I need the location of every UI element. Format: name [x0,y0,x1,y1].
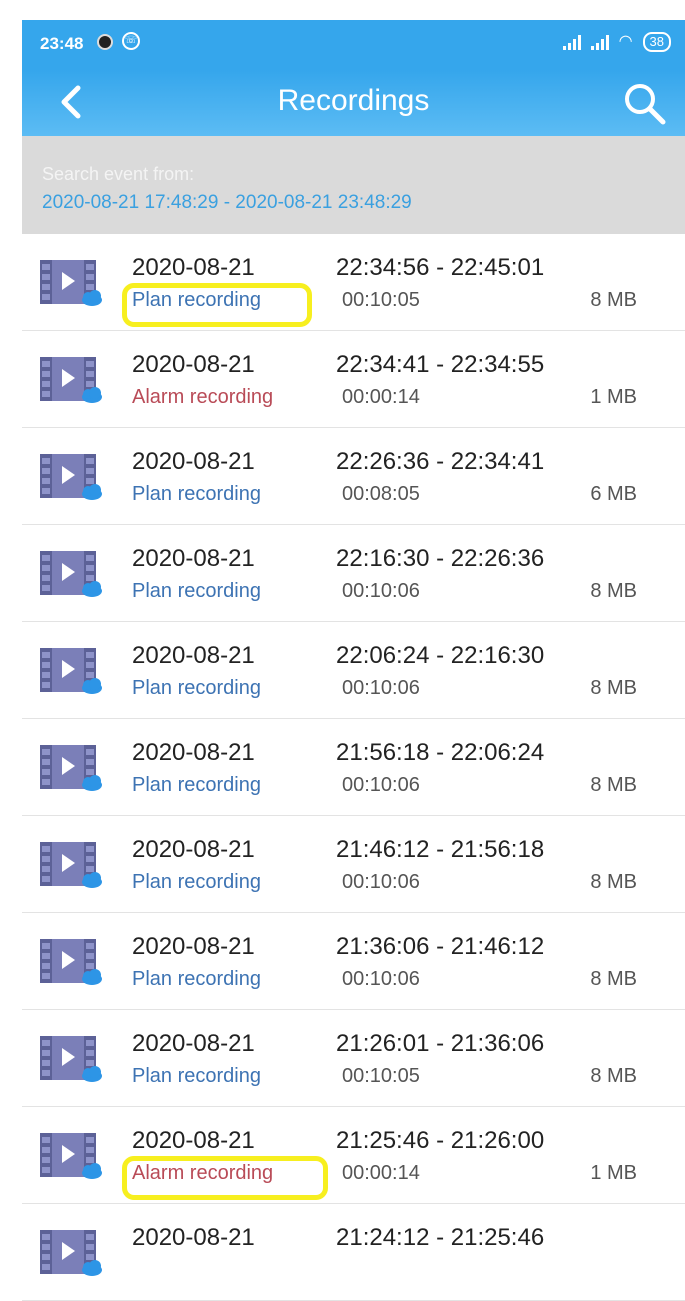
search-range-label: Search event from: [42,164,195,184]
video-cloud-icon [40,842,102,888]
recording-time-range: 21:36:06 - 21:46:12 [336,933,545,960]
recording-size: 8 MB [590,677,637,699]
video-cloud-icon [40,648,102,694]
video-cloud-icon [40,1230,102,1276]
search-icon[interactable] [621,80,667,126]
recording-size: 1 MB [590,1162,637,1184]
status-time: 23:48 [40,34,84,53]
recording-size: 6 MB [590,483,637,505]
search-range-panel: Search event from: 2020-08-21 17:48:29 -… [22,136,685,234]
recording-row[interactable]: 2020-08-21 Plan recording 21:26:01 - 21:… [22,1010,685,1107]
recording-duration: 00:10:05 [342,289,420,311]
status-indicators: ◠ 38 [562,32,671,52]
video-cloud-icon [40,1133,102,1179]
recording-duration: 00:10:06 [342,871,420,893]
recording-size: 8 MB [590,1065,637,1087]
video-cloud-icon [40,939,102,985]
recording-time-range: 21:46:12 - 21:56:18 [336,836,545,863]
recording-duration: 00:10:06 [342,677,420,699]
recording-type: Alarm recording [132,1162,274,1184]
battery-icon: 38 [642,32,671,52]
signal-icon [562,34,581,50]
recording-size: 8 MB [590,871,637,893]
recordings-list: 2020-08-21 Plan recording 22:34:56 - 22:… [22,234,685,1301]
recording-date: 2020-08-21 [132,739,255,766]
video-cloud-icon [40,1036,102,1082]
recording-row[interactable]: 2020-08-21 Plan recording 22:34:56 - 22:… [22,234,685,331]
record-dot-icon [97,34,113,50]
recording-date: 2020-08-21 [132,448,255,475]
recording-row[interactable]: 2020-08-21 Plan recording 22:16:30 - 22:… [22,525,685,622]
recording-date: 2020-08-21 [132,254,255,281]
wifi-icon: ◠ [618,33,633,50]
recording-duration: 00:00:14 [342,386,420,408]
video-cloud-icon [40,551,102,597]
recording-duration: 00:10:06 [342,580,420,602]
whatsapp-icon: ☏ [122,32,140,50]
recording-type: Plan recording [132,483,261,505]
recording-duration: 00:10:06 [342,774,420,796]
recording-row[interactable]: 2020-08-21 Plan recording 22:06:24 - 22:… [22,622,685,719]
recording-time-range: 22:16:30 - 22:26:36 [336,545,545,572]
recording-size: 8 MB [590,774,637,796]
search-range-value: 2020-08-21 17:48:29 - 2020-08-21 23:48:2… [42,192,412,213]
recording-size: 8 MB [590,580,637,602]
video-cloud-icon [40,260,102,306]
recording-duration: 00:10:06 [342,968,420,990]
signal-icon [590,34,609,50]
recording-time-range: 22:34:41 - 22:34:55 [336,351,545,378]
recording-type: Plan recording [132,289,261,311]
recording-type: Plan recording [132,774,261,796]
recording-duration: 00:08:05 [342,483,420,505]
page-title: Recordings [277,84,430,117]
recording-date: 2020-08-21 [132,1127,255,1154]
recording-duration: 00:10:05 [342,1065,420,1087]
recording-size: 1 MB [590,386,637,408]
recording-time-range: 22:06:24 - 22:16:30 [336,642,545,669]
recording-date: 2020-08-21 [132,642,255,669]
recording-time-range: 22:26:36 - 22:34:41 [336,448,545,475]
recording-date: 2020-08-21 [132,545,255,572]
recording-date: 2020-08-21 [132,836,255,863]
recording-time-range: 21:24:12 - 21:25:46 [336,1224,545,1251]
recording-date: 2020-08-21 [132,351,255,378]
recording-time-range: 21:56:18 - 22:06:24 [336,739,545,766]
recording-date: 2020-08-21 [132,1224,255,1251]
recording-time-range: 22:34:56 - 22:45:01 [336,254,545,281]
recording-type: Plan recording [132,968,261,990]
recording-type: Alarm recording [132,386,274,408]
status-bar: 23:48 ☏ ◠ 38 [22,20,685,70]
recording-size: 8 MB [590,968,637,990]
recording-row[interactable]: 2020-08-21 Alarm recording 21:25:46 - 21… [22,1107,685,1204]
recording-row[interactable]: 2020-08-21 Plan recording 21:36:06 - 21:… [22,913,685,1010]
recording-row[interactable]: 2020-08-21 Alarm recording 22:34:41 - 22… [22,331,685,428]
recording-row[interactable]: 2020-08-21 Plan recording 21:56:18 - 22:… [22,719,685,816]
recording-time-range: 21:25:46 - 21:26:00 [336,1127,545,1154]
recording-size: 8 MB [590,289,637,311]
recording-row[interactable]: 2020-08-21 Plan recording 21:46:12 - 21:… [22,816,685,913]
recording-type: Plan recording [132,871,261,893]
video-cloud-icon [40,454,102,500]
recording-duration: 00:00:14 [342,1162,420,1184]
recording-type: Plan recording [132,1065,261,1087]
recording-type: Plan recording [132,580,261,602]
video-cloud-icon [40,745,102,791]
app-bar: Recordings [22,70,685,136]
recording-row[interactable]: 2020-08-21 21:24:12 - 21:25:46 [22,1204,685,1301]
recording-date: 2020-08-21 [132,933,255,960]
video-cloud-icon [40,357,102,403]
recording-time-range: 21:26:01 - 21:36:06 [336,1030,545,1057]
recording-type: Plan recording [132,677,261,699]
recording-date: 2020-08-21 [132,1030,255,1057]
recording-row[interactable]: 2020-08-21 Plan recording 22:26:36 - 22:… [22,428,685,525]
